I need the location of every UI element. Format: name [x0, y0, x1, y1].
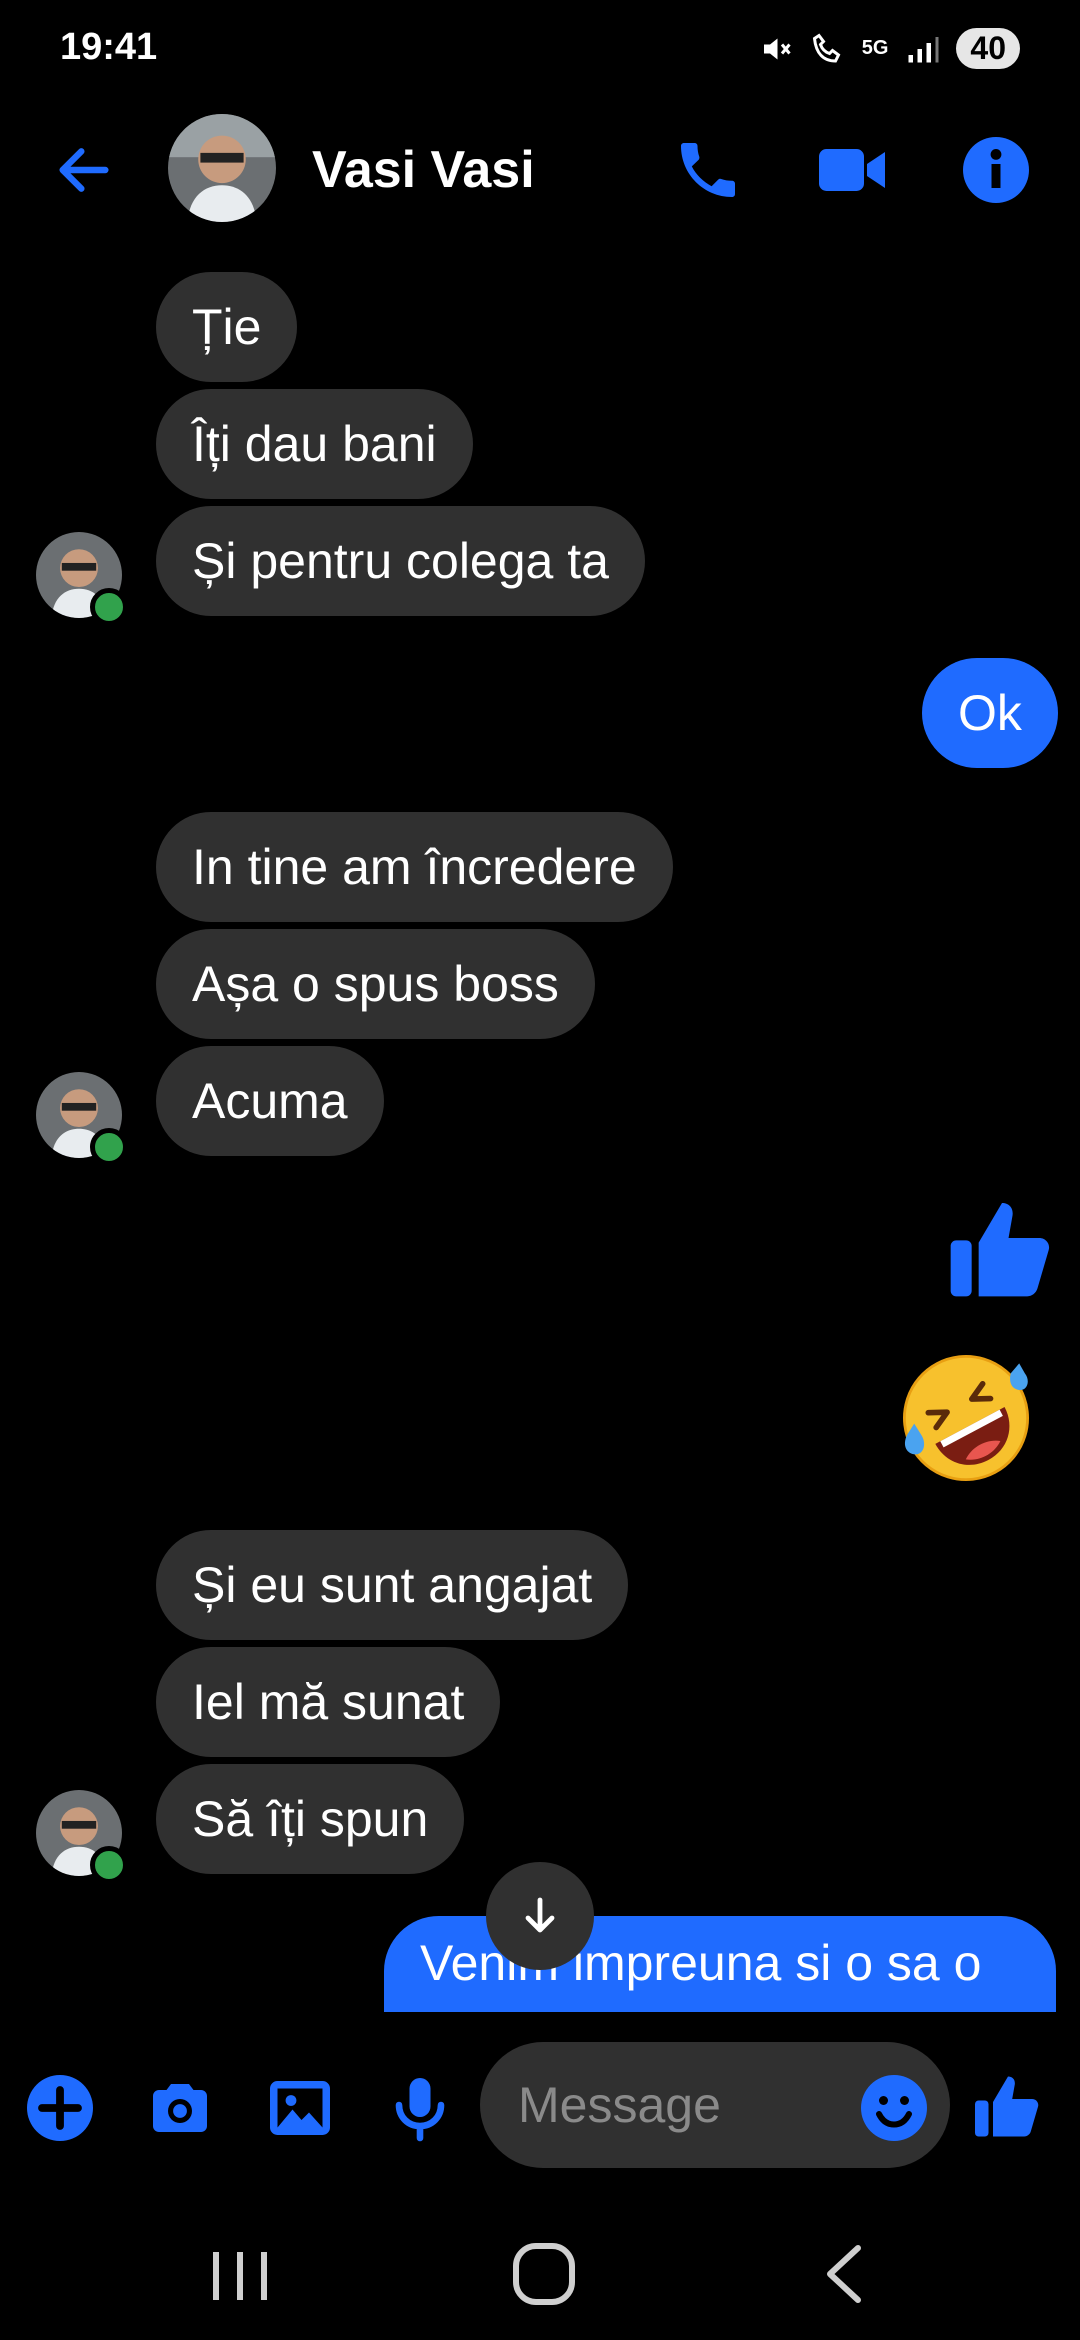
online-status-dot — [90, 1846, 128, 1884]
incoming-message[interactable]: Îți dau bani — [156, 389, 473, 499]
message-input[interactable] — [516, 2075, 820, 2135]
phone-call-icon[interactable] — [672, 134, 744, 206]
mute-icon — [763, 38, 791, 59]
scroll-to-bottom-button[interactable] — [486, 1862, 594, 1970]
incoming-message[interactable]: Și pentru colega ta — [156, 506, 645, 616]
status-time: 19:41 — [60, 26, 158, 68]
rofl-emoji-icon[interactable] — [896, 1348, 1036, 1488]
back-arrow-icon[interactable] — [52, 138, 116, 202]
incoming-message[interactable]: Așa o spus boss — [156, 929, 595, 1039]
camera-icon[interactable] — [144, 2072, 216, 2144]
outgoing-message[interactable]: Venim impreuna si o sa o — [384, 1916, 1056, 2012]
back-nav-icon[interactable] — [806, 2240, 886, 2310]
contact-name[interactable]: Vasi Vasi — [312, 140, 535, 200]
arrow-down-icon — [525, 1897, 555, 1933]
incoming-message[interactable]: Ție — [156, 272, 298, 382]
online-status-dot — [90, 588, 128, 626]
home-icon[interactable] — [504, 2240, 584, 2310]
battery-level: 40 — [956, 28, 1020, 69]
incoming-message[interactable]: Să îți spun — [156, 1764, 465, 1874]
thumbs-up-like-icon[interactable] — [946, 1196, 1058, 1308]
info-icon[interactable] — [960, 134, 1032, 206]
incoming-message[interactable]: In tine am încredere — [156, 812, 673, 922]
outgoing-message[interactable]: Ok — [922, 658, 1058, 768]
signal-icon — [908, 36, 939, 62]
add-plus-icon[interactable] — [24, 2072, 96, 2144]
emoji-smiley-icon[interactable] — [858, 2072, 930, 2144]
incoming-message[interactable]: Și eu sunt angajat — [156, 1530, 629, 1640]
microphone-icon[interactable] — [384, 2072, 456, 2144]
wifi-call-icon — [812, 32, 841, 63]
recent-apps-icon[interactable] — [200, 2240, 280, 2310]
gallery-image-icon[interactable] — [264, 2072, 336, 2144]
online-status-dot — [90, 1128, 128, 1166]
status-icons: 5G 40 — [758, 28, 1020, 69]
incoming-message[interactable]: Acuma — [156, 1046, 384, 1156]
incoming-message[interactable]: Iel mă sunat — [156, 1647, 501, 1757]
network-type: 5G — [861, 37, 889, 59]
video-call-icon[interactable] — [816, 134, 888, 206]
profile-photo-icon — [168, 114, 276, 222]
contact-avatar[interactable] — [168, 114, 276, 222]
thumbs-up-send-icon[interactable] — [972, 2072, 1044, 2144]
